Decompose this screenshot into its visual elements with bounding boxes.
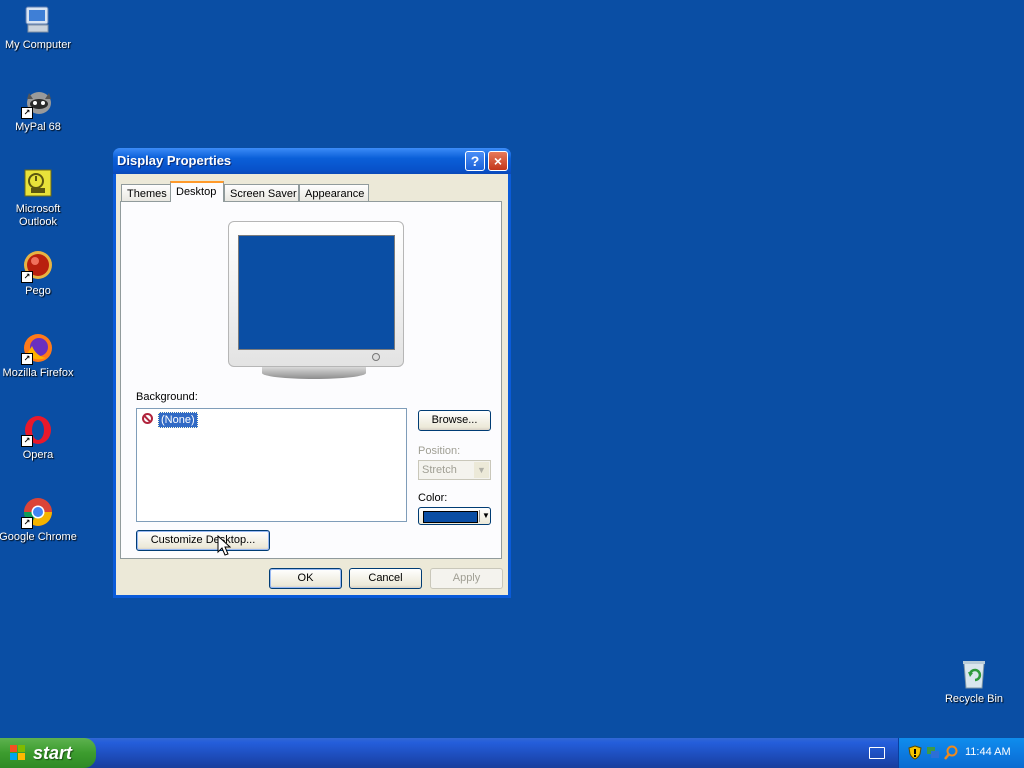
desktop-icon-label: Mozilla Firefox bbox=[2, 367, 74, 379]
desktop-icon-label: Pego bbox=[25, 285, 51, 297]
desktop-icon-label: My Computer bbox=[4, 39, 72, 51]
mouse-cursor-icon bbox=[217, 535, 231, 556]
start-label: start bbox=[33, 743, 73, 763]
security-shield-icon[interactable] bbox=[908, 745, 922, 760]
background-list[interactable]: (None) bbox=[136, 408, 407, 522]
position-select-value: Stretch bbox=[422, 464, 457, 476]
search-icon[interactable] bbox=[944, 745, 958, 760]
monitor-preview-screen bbox=[238, 235, 395, 350]
tab-themes[interactable]: Themes bbox=[121, 184, 171, 201]
tab-screen-saver[interactable]: Screen Saver bbox=[224, 184, 299, 201]
color-picker-button[interactable]: ▼ bbox=[418, 507, 491, 525]
desktop-icon-label: MyPal 68 bbox=[15, 121, 61, 133]
clock[interactable]: 11:44 AM bbox=[965, 746, 1011, 758]
shortcut-arrow-icon: ↗ bbox=[21, 353, 33, 365]
background-label: Background: bbox=[136, 391, 198, 403]
position-label: Position: bbox=[418, 445, 461, 457]
desktop-icon-outlook[interactable]: Microsoft Outlook bbox=[0, 168, 80, 229]
chrome-icon: ↗ bbox=[21, 496, 54, 529]
display-properties-dialog: Display Properties ? × Themes Desktop Sc… bbox=[113, 148, 511, 598]
shortcut-arrow-icon: ↗ bbox=[21, 435, 33, 447]
cancel-button[interactable]: Cancel bbox=[349, 568, 422, 589]
list-item-label: (None) bbox=[158, 412, 198, 428]
shortcut-arrow-icon: ↗ bbox=[21, 517, 33, 529]
ok-button[interactable]: OK bbox=[269, 568, 342, 589]
windows-logo-icon bbox=[10, 745, 26, 761]
firefox-icon: ↗ bbox=[21, 332, 54, 365]
desktop-icon-label: Microsoft Outlook bbox=[15, 203, 61, 228]
desktop-icon-opera[interactable]: ↗ Opera bbox=[0, 414, 80, 462]
system-tray: 11:44 AM bbox=[898, 738, 1024, 768]
color-label: Color: bbox=[418, 492, 448, 504]
monitor-preview bbox=[228, 221, 404, 367]
desktop-icon-label: Recycle Bin bbox=[944, 693, 1004, 705]
browse-button[interactable]: Browse... bbox=[418, 410, 491, 431]
power-button-icon bbox=[372, 353, 380, 361]
keyboard-icon[interactable] bbox=[869, 747, 885, 759]
chevron-down-icon: ▼ bbox=[482, 511, 490, 520]
none-icon bbox=[142, 413, 153, 424]
pego-icon: ↗ bbox=[21, 250, 54, 283]
taskbar: start 11:44 AM bbox=[0, 738, 1024, 768]
dialog-title: Display Properties bbox=[117, 153, 232, 168]
close-button[interactable]: × bbox=[488, 151, 508, 171]
divider bbox=[479, 510, 480, 522]
desktop-icon-mypal[interactable]: ↗ MyPal 68 bbox=[0, 86, 80, 134]
color-swatch bbox=[423, 511, 478, 523]
customize-desktop-button[interactable]: Customize Desktop... bbox=[136, 530, 270, 551]
monitor-stand bbox=[262, 367, 366, 379]
shortcut-arrow-icon: ↗ bbox=[21, 271, 33, 283]
opera-icon: ↗ bbox=[21, 414, 54, 447]
desktop-tab-panel: Background: (None) Browse... Position: S… bbox=[120, 201, 502, 559]
desktop-icon-firefox[interactable]: ↗ Mozilla Firefox bbox=[0, 332, 80, 380]
tab-desktop[interactable]: Desktop bbox=[170, 181, 224, 202]
recycle-bin-icon bbox=[958, 658, 990, 690]
desktop-icon-recycle-bin[interactable]: Recycle Bin bbox=[932, 658, 1016, 706]
dialog-titlebar[interactable]: Display Properties ? × bbox=[113, 148, 511, 174]
apply-button[interactable]: Apply bbox=[430, 568, 503, 589]
tab-appearance[interactable]: Appearance bbox=[299, 184, 369, 201]
desktop-icon-pego[interactable]: ↗ Pego bbox=[0, 250, 80, 298]
start-button[interactable]: start bbox=[0, 738, 96, 768]
desktop-icon-my-computer[interactable]: My Computer bbox=[0, 4, 80, 52]
outlook-icon bbox=[22, 168, 54, 200]
network-update-icon[interactable] bbox=[926, 745, 940, 760]
desktop-icon-label: Opera bbox=[22, 449, 54, 461]
chevron-down-icon: ▼ bbox=[474, 462, 489, 478]
shortcut-arrow-icon: ↗ bbox=[21, 107, 33, 119]
computer-icon bbox=[22, 4, 54, 36]
mypal-icon: ↗ bbox=[21, 86, 54, 119]
desktop-icon-chrome[interactable]: ↗ Google Chrome bbox=[0, 496, 80, 544]
help-button[interactable]: ? bbox=[465, 151, 485, 171]
desktop-icon-label: Google Chrome bbox=[0, 531, 77, 543]
dialog-client-area: Themes Desktop Screen Saver Appearance B… bbox=[116, 174, 508, 595]
position-select[interactable]: Stretch ▼ bbox=[418, 460, 491, 480]
